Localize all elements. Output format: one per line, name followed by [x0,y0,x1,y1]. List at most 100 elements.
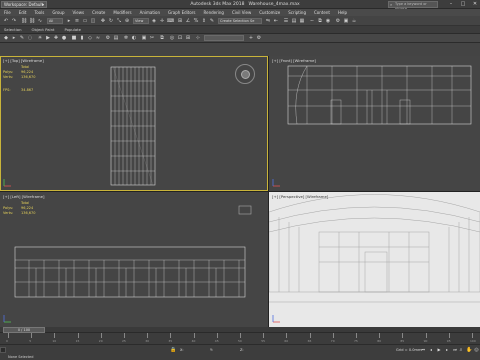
pan-icon[interactable]: ✋ [466,347,472,353]
light-icon[interactable]: ☀ [37,35,43,41]
quad-icon[interactable]: ⊞ [185,35,191,41]
orbit-icon[interactable]: ◎ [474,347,479,353]
play-icon[interactable]: ▶ [436,347,442,353]
go-to-start-icon[interactable]: ⏮ [420,347,426,353]
lasso-icon[interactable]: ◌ [27,35,33,41]
menu-file[interactable]: File [4,10,11,15]
schematic-view-icon[interactable]: ⧉ [317,18,323,24]
track-bar[interactable]: 0 5 10 15 20 25 30 35 40 45 50 55 60 65 70 75 80 85 90 95 10… [0,333,480,345]
layers-icon[interactable]: ▤ [113,35,119,41]
lock-selection-icon[interactable]: 🔒 [170,347,176,353]
viewcube[interactable] [235,64,255,84]
select-icon[interactable]: ▸ [11,35,17,41]
tab-selection[interactable]: Selection [4,27,22,33]
isolate-icon[interactable]: ◎ [169,35,175,41]
select-by-name-icon[interactable]: ≡ [74,18,80,24]
viewport-perspective[interactable]: [+] [Perspective] [Wireframe] [269,192,480,327]
spacewarp-icon[interactable]: ≈ [95,35,101,41]
bind-space-warp-icon[interactable]: ∿ [37,18,43,24]
undo-icon[interactable]: ↶ [3,18,9,24]
pivot-icon[interactable]: ◈ [151,18,157,24]
search-input[interactable]: ⌕Type a keyword or phrase [388,1,438,11]
tab-populate[interactable]: Populate [64,27,81,33]
menu-help[interactable]: Help [338,10,347,15]
previous-frame-icon[interactable]: ◂ [428,347,434,353]
reference-coordinate-dropdown[interactable]: View [133,18,149,24]
cube-icon[interactable]: ■ [71,35,77,41]
named-selection-dropdown[interactable]: Create Selection Se [218,18,262,24]
utilities-icon[interactable]: ✂ [149,35,155,41]
maximize-icon[interactable]: □ [459,1,467,8]
window-crossing-icon[interactable]: ◫ [90,18,96,24]
menu-modifiers[interactable]: Modifiers [113,10,131,15]
menu-graph-editors[interactable]: Graph Editors [168,10,195,15]
move-icon[interactable]: ✥ [100,18,106,24]
ribbon-toggle-icon[interactable]: ▦ [299,18,305,24]
menu-content[interactable]: Content [314,10,330,15]
snap-icon[interactable]: ⊹ [195,35,201,41]
selection-filter-dropdown[interactable]: All [47,18,63,24]
unlink-icon[interactable]: ⛓ [29,18,35,24]
layer-explorer-icon[interactable]: ▤ [291,18,297,24]
display-icon[interactable]: ▣ [141,35,147,41]
menu-group[interactable]: Group [52,10,64,15]
menu-tools[interactable]: Tools [34,10,44,15]
geometry-sphere-icon[interactable]: ● [61,35,67,41]
helper-icon[interactable]: ✚ [53,35,59,41]
systems-icon[interactable]: ⚙ [105,35,111,41]
toggle-scene-explorer-icon[interactable]: ☰ [283,18,289,24]
snaps-toggle-icon[interactable]: ⊞ [177,18,183,24]
menu-animation[interactable]: Animation [140,10,160,15]
add-layer-icon[interactable]: + [248,35,254,41]
menu-scripting[interactable]: Scripting [288,10,306,15]
settings-icon[interactable]: ⚙ [256,35,262,41]
angle-snap-icon[interactable]: ∠ [185,18,191,24]
viewport-label[interactable]: [+] [Left] [Wireframe] [3,194,44,199]
hide-icon[interactable]: ◐ [131,35,137,41]
spinner-snap-icon[interactable]: ⇕ [201,18,207,24]
next-frame-icon[interactable]: ▸ [444,347,450,353]
polygon-modeling-icon[interactable]: ◆ [3,35,9,41]
scale-icon[interactable]: ⤡ [116,18,122,24]
align-icon[interactable]: ⇤ [273,18,279,24]
render-setup-icon[interactable]: ⚙ [335,18,341,24]
tab-object-paint[interactable]: Object Paint [32,27,55,33]
manipulate-icon[interactable]: ✛ [159,18,165,24]
viewport-front[interactable]: [+] [Front] [Wireframe] [269,56,480,191]
viewport-left[interactable]: [+] [Left] [Wireframe] Total Polys: 96,22… [0,192,268,327]
close-icon[interactable]: ✕ [471,1,479,8]
keyboard-shortcut-icon[interactable]: ⌨ [167,18,174,24]
cylinder-icon[interactable]: ▮ [79,35,85,41]
layer-dropdown[interactable] [204,35,244,41]
edit-named-selection-icon[interactable]: ✎ [209,18,215,24]
viewport-label[interactable]: [+] [Top] [Wireframe] [3,58,44,63]
menu-customize[interactable]: Customize [259,10,280,15]
camera-icon[interactable]: ▶ [45,35,51,41]
shape-icon[interactable]: ◇ [87,35,93,41]
rendered-frame-window-icon[interactable]: ▣ [343,18,349,24]
viewport-top[interactable]: [+] [Top] [Wireframe] Total Polys: 96,224… [0,56,268,191]
menu-views[interactable]: Views [73,10,85,15]
curve-editor-icon[interactable]: ∼ [309,18,315,24]
material-editor-icon[interactable]: ◉ [325,18,331,24]
rotate-icon[interactable]: ↻ [108,18,114,24]
group-icon[interactable]: ⧉ [159,35,165,41]
view-icon[interactable]: ⊡ [177,35,183,41]
percent-snap-icon[interactable]: % [193,18,199,24]
link-icon[interactable]: ⛓ [21,18,27,24]
freeze-icon[interactable]: ❄ [123,35,129,41]
menu-create[interactable]: Create [92,10,105,15]
workspace-dropdown[interactable]: Workspace: Default ▾ [1,1,47,8]
zoom-icon[interactable]: ⌕ [458,347,464,353]
rectangular-selection-icon[interactable]: ▭ [82,18,88,24]
mirror-icon[interactable]: ⇋ [265,18,271,24]
menu-civil-view[interactable]: Civil View [232,10,251,15]
maxscript-listener[interactable] [0,347,6,353]
menu-edit[interactable]: Edit [19,10,27,15]
placement-icon[interactable]: ⊕ [124,18,130,24]
redo-icon[interactable]: ↷ [11,18,17,24]
paint-select-icon[interactable]: ✎ [19,35,25,41]
render-production-icon[interactable]: ☕ [351,18,357,24]
minimize-icon[interactable]: – [447,1,455,8]
menu-rendering[interactable]: Rendering [204,10,224,15]
